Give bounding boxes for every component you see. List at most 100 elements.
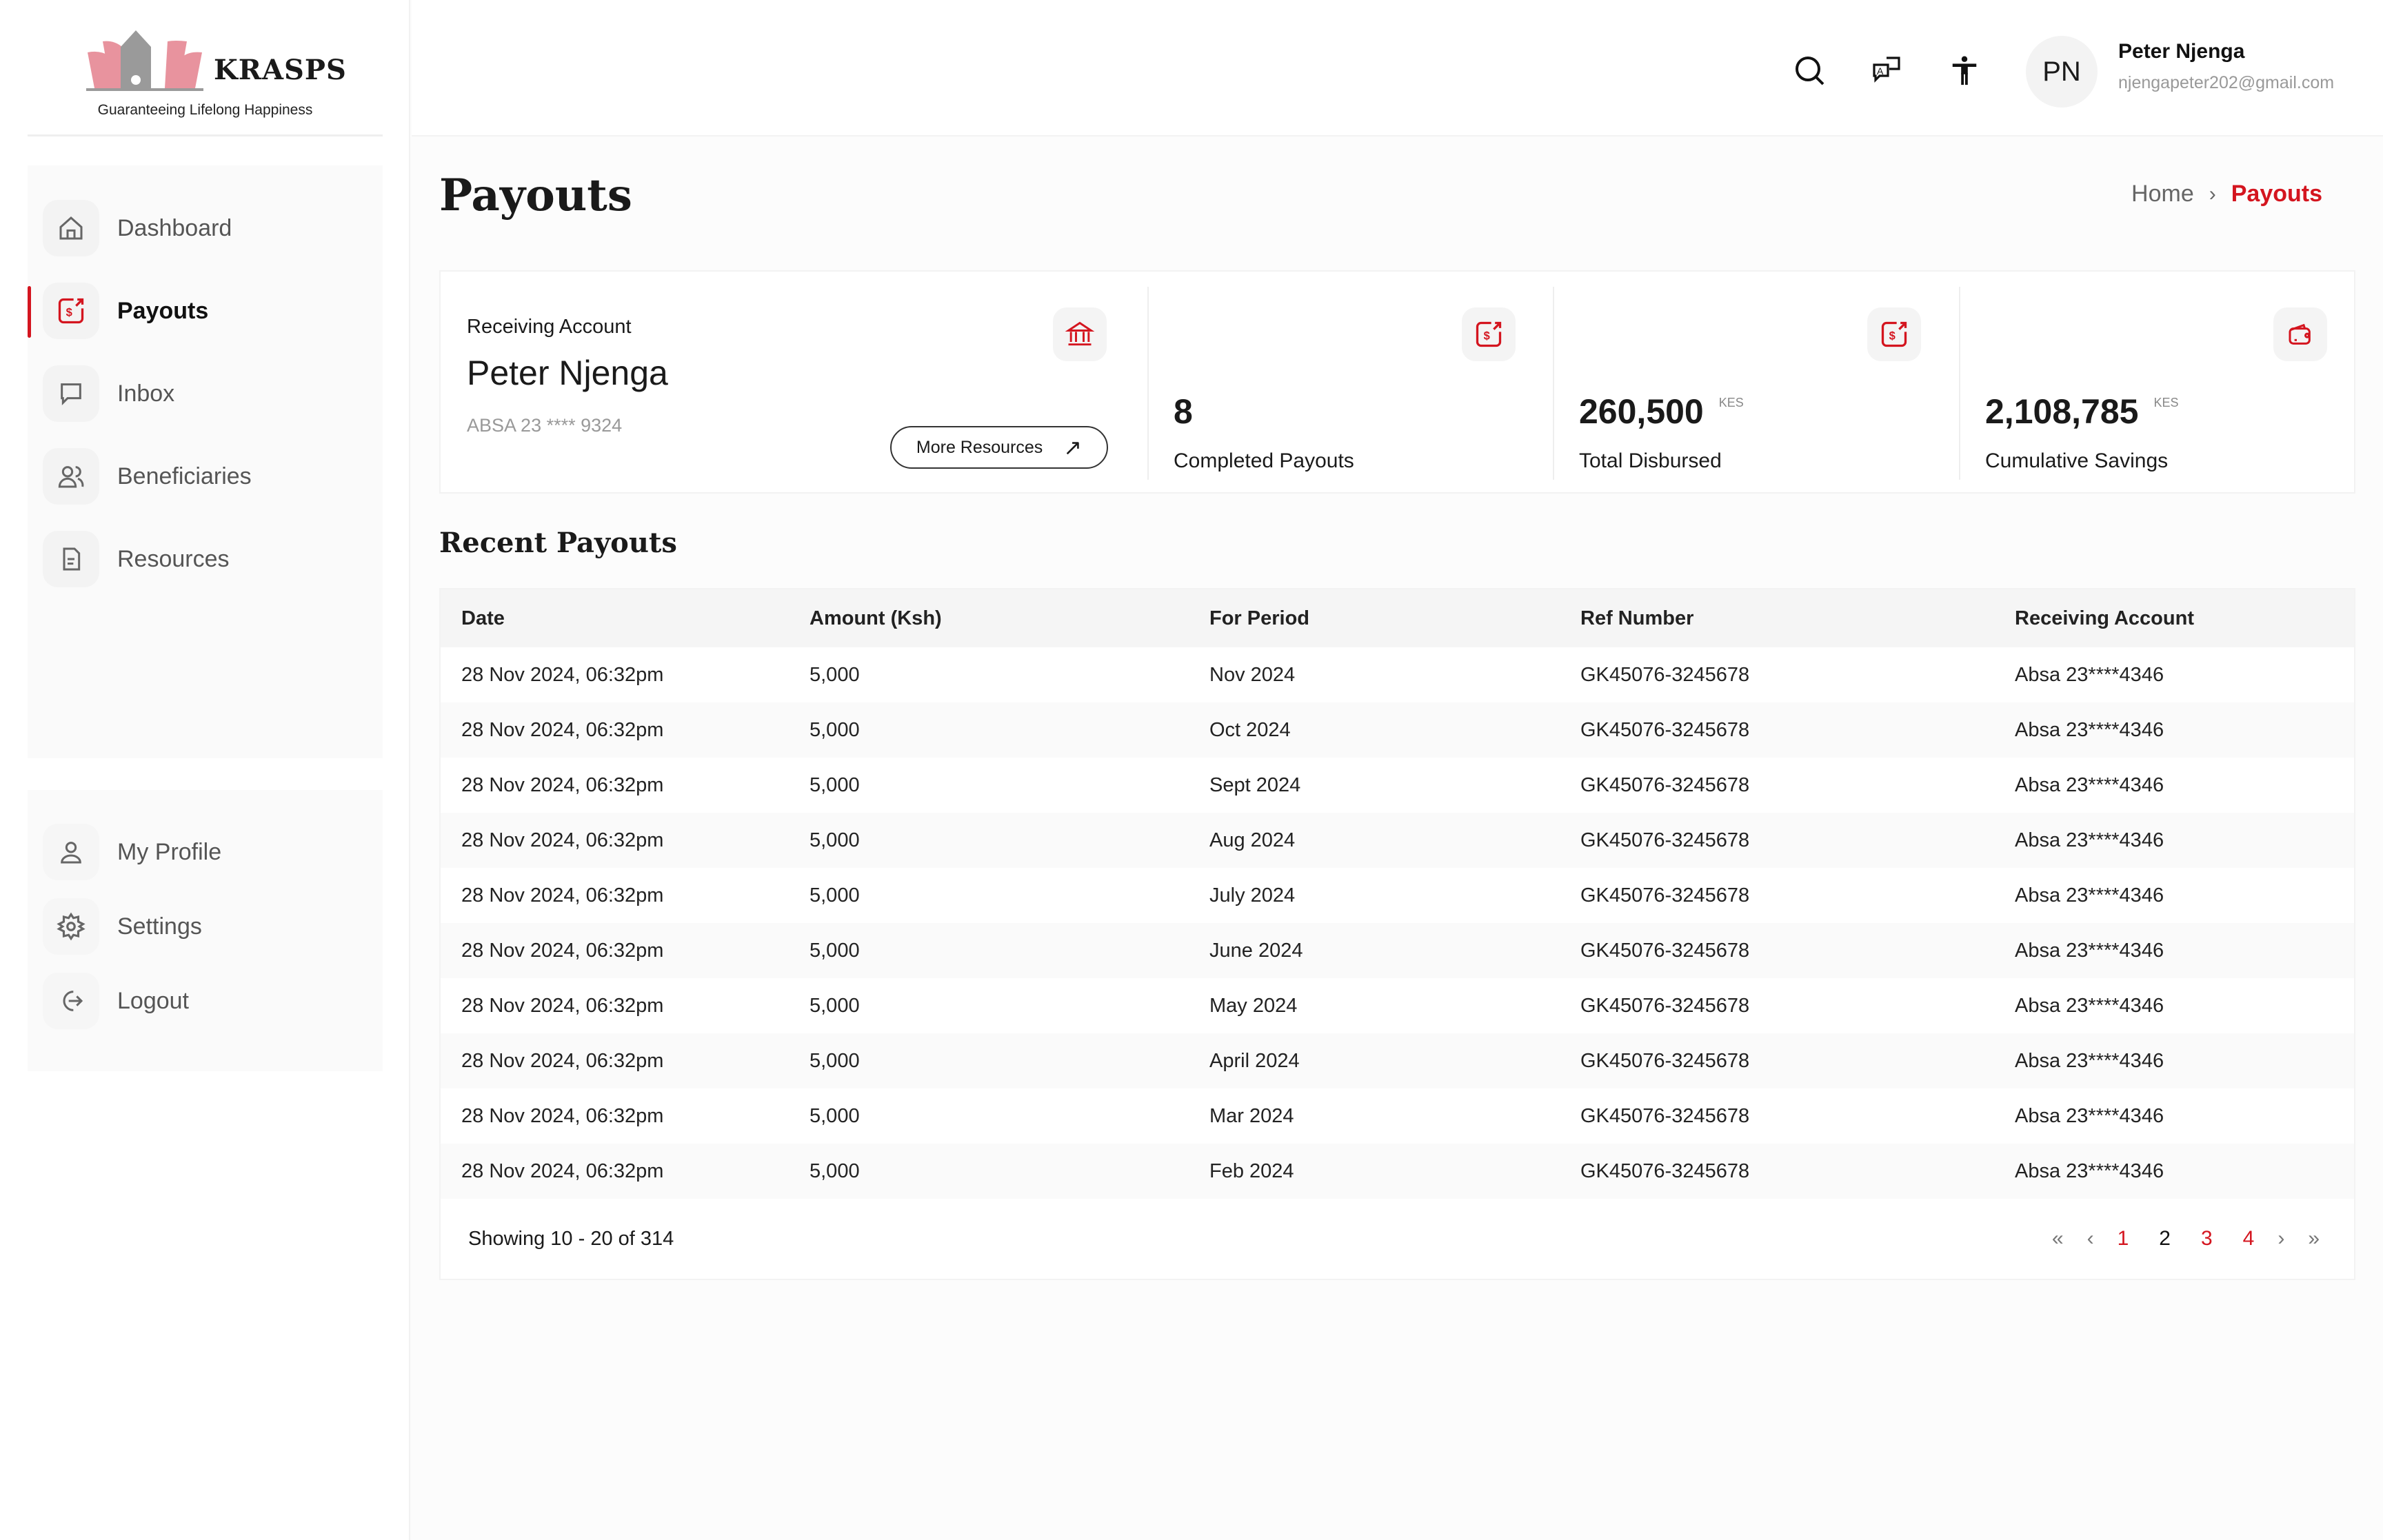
column-header[interactable]: Amount (Ksh) — [810, 607, 1209, 630]
table-cell: GK45076-3245678 — [1580, 664, 2015, 687]
table-cell: GK45076-3245678 — [1580, 719, 2015, 742]
sidebar-item-inbox[interactable]: Inbox — [43, 364, 174, 423]
table-cell: 28 Nov 2024, 06:32pm — [441, 884, 810, 907]
table-row[interactable]: 28 Nov 2024, 06:32pm5,000May 2024GK45076… — [441, 978, 2354, 1033]
stat-cumulative-savings: 2,108,785KES Cumulative Savings — [1959, 287, 2357, 480]
pagination: « ‹ 1 2 3 4 › » — [2052, 1227, 2320, 1250]
table-cell: 28 Nov 2024, 06:32pm — [441, 1050, 810, 1073]
sidebar-item-settings[interactable]: Settings — [43, 897, 202, 956]
sidebar-item-label: Beneficiaries — [117, 463, 252, 490]
summary-cards: Receiving Account Peter Njenga ABSA 23 *… — [439, 270, 2355, 494]
page-3[interactable]: 3 — [2201, 1227, 2213, 1250]
table-cell: Oct 2024 — [1209, 719, 1580, 742]
table-footer: Showing 10 - 20 of 314 « ‹ 1 2 3 4 › » — [441, 1199, 2354, 1279]
table-cell: 5,000 — [810, 719, 1209, 742]
accessibility-icon[interactable] — [1949, 54, 1980, 87]
brand-tagline: Guaranteeing Lifelong Happiness — [28, 102, 383, 119]
table-cell: Absa 23****4346 — [2015, 1105, 2354, 1128]
table-cell: April 2024 — [1209, 1050, 1580, 1073]
table-cell: GK45076-3245678 — [1580, 995, 2015, 1017]
sidebar-item-label: Payouts — [117, 298, 208, 325]
table-cell: Absa 23****4346 — [2015, 774, 2354, 797]
column-header[interactable]: Ref Number — [1580, 607, 2015, 630]
next-page-icon[interactable]: › — [2278, 1227, 2284, 1250]
section-title: Recent Payouts — [439, 527, 677, 559]
table-cell: 5,000 — [810, 664, 1209, 687]
home-icon — [43, 200, 99, 256]
table-cell: GK45076-3245678 — [1580, 884, 2015, 907]
table-row[interactable]: 28 Nov 2024, 06:32pm5,000April 2024GK450… — [441, 1033, 2354, 1088]
chevron-right-icon: › — [2209, 183, 2216, 206]
table-row[interactable]: 28 Nov 2024, 06:32pm5,000July 2024GK4507… — [441, 868, 2354, 923]
table-row[interactable]: 28 Nov 2024, 06:32pm5,000Feb 2024GK45076… — [441, 1144, 2354, 1199]
account-label: Receiving Account — [467, 316, 632, 338]
logo[interactable]: KRASPS Guaranteeing Lifelong Happiness — [28, 0, 383, 136]
svg-text:$: $ — [66, 306, 72, 318]
page-1[interactable]: 1 — [2118, 1227, 2129, 1250]
arrow-up-right-icon: ↗ — [1063, 434, 1082, 460]
sidebar-item-my-profile[interactable]: My Profile — [43, 822, 221, 882]
account-number: ABSA 23 **** 9324 — [467, 415, 622, 436]
stat-label: Completed Payouts — [1174, 449, 1354, 473]
sidebar-item-label: My Profile — [117, 839, 221, 866]
table-row[interactable]: 28 Nov 2024, 06:32pm5,000Sept 2024GK4507… — [441, 758, 2354, 813]
table-cell: Sept 2024 — [1209, 774, 1580, 797]
translate-icon[interactable]: A — [1870, 54, 1903, 87]
table-row[interactable]: 28 Nov 2024, 06:32pm5,000Oct 2024GK45076… — [441, 702, 2354, 758]
sidebar-item-beneficiaries[interactable]: Beneficiaries — [43, 447, 252, 506]
last-page-icon[interactable]: » — [2308, 1227, 2320, 1250]
breadcrumb-home[interactable]: Home — [2131, 181, 2194, 207]
table-cell: GK45076-3245678 — [1580, 829, 2015, 852]
sidebar-item-label: Logout — [117, 988, 189, 1015]
table-header: DateAmount (Ksh)For PeriodRef NumberRece… — [441, 589, 2354, 647]
sidebar-item-label: Resources — [117, 546, 230, 573]
showing-count: Showing 10 - 20 of 314 — [468, 1228, 674, 1250]
table-row[interactable]: 28 Nov 2024, 06:32pm5,000Aug 2024GK45076… — [441, 813, 2354, 868]
column-header[interactable]: For Period — [1209, 607, 1580, 630]
more-resources-button[interactable]: More Resources↗ — [890, 426, 1108, 469]
sidebar-item-payouts[interactable]: $ Payouts — [43, 281, 208, 341]
page-title: Payouts — [439, 170, 632, 221]
main-nav: Dashboard $ Payouts Inbox Beneficiaries R… — [28, 165, 383, 758]
column-header[interactable]: Receiving Account — [2015, 607, 2354, 630]
value: 2,108,785 — [1985, 392, 2138, 431]
table-cell: GK45076-3245678 — [1580, 774, 2015, 797]
table-cell: 5,000 — [810, 1050, 1209, 1073]
table-cell: 28 Nov 2024, 06:32pm — [441, 1160, 810, 1183]
sidebar-item-label: Dashboard — [117, 215, 232, 242]
svg-text:$: $ — [1889, 330, 1896, 342]
table-row[interactable]: 28 Nov 2024, 06:32pm5,000Mar 2024GK45076… — [441, 1088, 2354, 1144]
search-icon[interactable] — [1793, 54, 1826, 87]
column-header[interactable]: Date — [441, 607, 810, 630]
breadcrumb-current: Payouts — [2231, 181, 2322, 207]
sidebar-item-dashboard[interactable]: Dashboard — [43, 199, 232, 258]
avatar[interactable]: PN — [2026, 36, 2098, 108]
stat-total-disbursed: $ 260,500KES Total Disbursed — [1553, 287, 1959, 480]
brand-name: KRASPS — [214, 54, 347, 86]
table-cell: 28 Nov 2024, 06:32pm — [441, 940, 810, 962]
user-name: Peter Njenga — [2118, 40, 2244, 63]
user-icon — [43, 824, 99, 880]
table-row[interactable]: 28 Nov 2024, 06:32pm5,000June 2024GK4507… — [441, 923, 2354, 978]
table-cell: 5,000 — [810, 884, 1209, 907]
sidebar-item-resources[interactable]: Resources — [43, 529, 230, 589]
sidebar-item-label: Inbox — [117, 381, 174, 407]
table-row[interactable]: 28 Nov 2024, 06:32pm5,000Nov 2024GK45076… — [441, 647, 2354, 702]
sidebar-item-logout[interactable]: Logout — [43, 971, 189, 1031]
chat-icon — [43, 365, 99, 422]
account-nav: My Profile Settings Logout — [28, 790, 383, 1071]
first-page-icon[interactable]: « — [2052, 1227, 2064, 1250]
prev-page-icon[interactable]: ‹ — [2087, 1227, 2094, 1250]
page-4[interactable]: 4 — [2243, 1227, 2255, 1250]
stat-value: 2,108,785KES — [1985, 392, 2178, 432]
sidebar: KRASPS Guaranteeing Lifelong Happiness D… — [0, 0, 410, 1540]
stat-label: Cumulative Savings — [1985, 449, 2168, 473]
table-cell: Mar 2024 — [1209, 1105, 1580, 1128]
stat-label: Total Disbursed — [1579, 449, 1722, 473]
page-2[interactable]: 2 — [2159, 1227, 2171, 1250]
table-cell: Absa 23****4346 — [2015, 940, 2354, 962]
wallet-icon — [2273, 307, 2327, 361]
unit: KES — [1719, 396, 1744, 409]
logout-icon — [43, 973, 99, 1029]
table-cell: 5,000 — [810, 829, 1209, 852]
